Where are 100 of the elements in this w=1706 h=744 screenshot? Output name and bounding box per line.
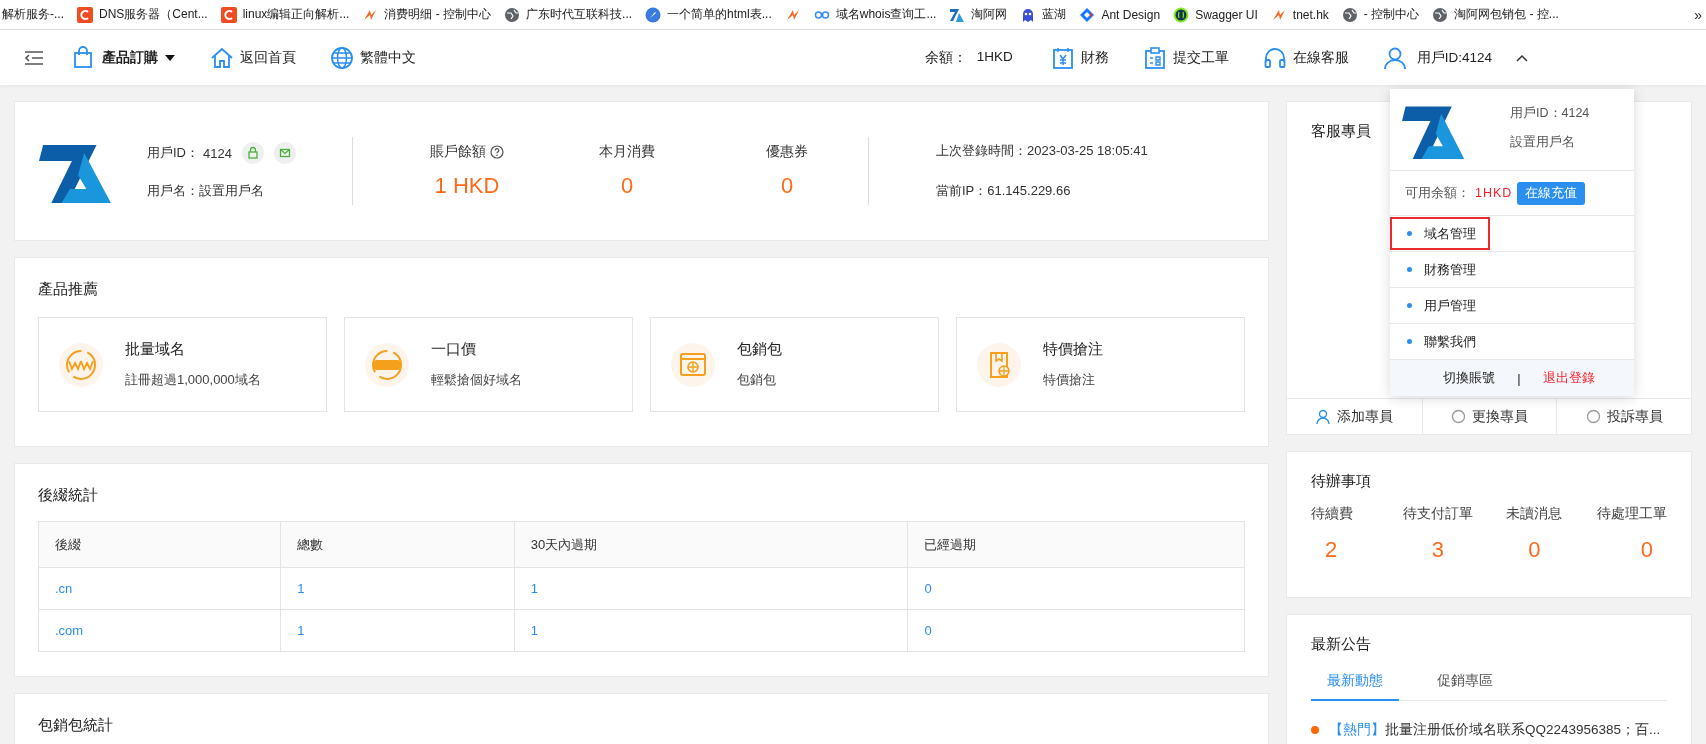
product-description: 註冊超過1,000,000域名 (125, 371, 261, 389)
bookmark[interactable]: linux编辑正向解析... (220, 6, 350, 23)
caret-up-icon (1516, 53, 1528, 62)
todo-label: 待支付訂單 (1402, 505, 1473, 523)
product-card[interactable]: 特價搶注 特價搶注 (956, 317, 1245, 412)
column-header: 已經過期 (908, 521, 1245, 568)
product-description: 特價搶注 (1043, 371, 1096, 389)
section-title: 產品推薦 (38, 280, 99, 299)
product-card[interactable]: 批量域名 註冊超過1,000,000域名 (38, 317, 327, 412)
section-title: 最新公告 (1311, 635, 1372, 654)
balance-label: 可用余額： (1405, 184, 1470, 202)
stat-value: 1 HKD (434, 173, 500, 199)
nav-link[interactable]: 返回首頁 (210, 45, 296, 70)
column-header: 30天內過期 (514, 521, 908, 568)
help-icon (490, 145, 504, 159)
column-header: 總數 (280, 521, 515, 568)
user-menu-button[interactable]: 用戶ID:4124 (1382, 45, 1528, 70)
nav-link[interactable]: 財務 (1050, 45, 1109, 70)
bookmark[interactable]: 消费明细 - 控制中心 (362, 6, 492, 23)
user-icon (1382, 45, 1407, 70)
mail-icon (273, 142, 296, 164)
bullet-icon (1407, 231, 1412, 236)
logout-link[interactable]: 退出登錄 (1542, 369, 1595, 387)
stat-value: 0 (620, 173, 634, 199)
product-card[interactable]: 包銷包 包銷包 (650, 317, 939, 412)
calendar-icon (1050, 45, 1075, 70)
balance-value: 1HKD (976, 48, 1013, 66)
service-action-button[interactable]: 添加專員 (1287, 399, 1422, 434)
menu-item[interactable]: 用戶管理 (1390, 289, 1490, 322)
ip-text: 當前IP：61.145.229.66 (936, 182, 1072, 200)
more-bookmarks-button[interactable]: » (1694, 6, 1702, 23)
todo-label: 未讀消息 (1506, 505, 1563, 523)
bookmark[interactable]: 解析服务-... (2, 6, 64, 23)
user-id: 4124 (203, 145, 232, 161)
globe-icon (1432, 6, 1449, 23)
sale-tag-icon (365, 342, 409, 387)
bookmark[interactable]: 一个简单的html表... (645, 6, 772, 23)
bullet-icon (1407, 339, 1412, 344)
globe-icon (504, 6, 521, 23)
clipboard-icon (1142, 45, 1167, 70)
balance-value: 1HKD (1475, 186, 1513, 200)
bookmark[interactable]: tnet.hk (1270, 6, 1329, 23)
stat-label: 賬戶餘額 (430, 143, 486, 161)
service-action-button[interactable]: 更換專員 (1421, 399, 1557, 434)
section-title: 包銷包統計 (38, 716, 114, 735)
product-name: 批量域名 (125, 340, 186, 359)
bookmark[interactable]: Ant Design (1079, 6, 1161, 23)
table-link[interactable]: .com (55, 623, 84, 638)
bookmark[interactable]: 域名whois查询工... (813, 6, 937, 23)
todo-label: 待續費 (1311, 505, 1354, 523)
bullet-icon (1407, 303, 1412, 308)
bookmark[interactable]: - 控制中心 (1341, 6, 1420, 23)
user-id-label: 用戶ID： (147, 144, 199, 162)
lock-icon (241, 142, 264, 164)
product-name: 一口價 (431, 340, 477, 359)
section-title: 後綴統計 (38, 486, 99, 505)
switch-account-link[interactable]: 切換賬號 (1443, 369, 1496, 387)
user-add-icon (1315, 408, 1331, 425)
tab[interactable]: 促銷專區 (1421, 666, 1509, 700)
username: 設置用戶名 (1510, 133, 1576, 151)
globe-icon (330, 45, 354, 70)
c-logo-icon (77, 6, 93, 23)
product-name: 特價搶注 (1043, 340, 1103, 359)
product-card[interactable]: 一口價 輕鬆搶個好域名 (344, 317, 633, 412)
bookmark[interactable]: 淘阿网 (949, 6, 1008, 23)
swagger-icon (1173, 6, 1190, 23)
stat-label: 優惠券 (766, 143, 808, 161)
stat-label: 本月消費 (599, 143, 655, 161)
globe-icon (1341, 6, 1358, 23)
menu-item[interactable]: 財務管理 (1390, 253, 1490, 286)
bookmark[interactable]: 广东时代互联科技... (504, 6, 633, 23)
last-login-text: 上次登錄時間：2023-03-25 18:05:41 (936, 142, 1148, 160)
nav-link[interactable]: 產品訂購 (72, 45, 176, 70)
c-logo-icon (220, 6, 237, 23)
menu-item[interactable]: 聯繫我們 (1390, 325, 1490, 358)
bookmark[interactable]: Swagger UI (1173, 6, 1258, 23)
nav-link[interactable]: 繁體中文 (330, 45, 416, 70)
product-description: 輕鬆搶個好域名 (431, 371, 522, 389)
notice-link[interactable]: 【熱門】批量注册低价域名联系QQ2243956385；百... (1329, 721, 1661, 739)
headset-icon (1262, 45, 1287, 70)
user-id: 用戶ID：4124 (1510, 104, 1590, 122)
nav-link[interactable]: 提交工單 (1142, 45, 1229, 70)
separator: | (1517, 370, 1521, 386)
product-description: 包銷包 (737, 371, 777, 389)
menu-icon (24, 49, 44, 66)
bookmark-globe-icon (977, 342, 1021, 387)
nav-link[interactable]: 在線客服 (1262, 45, 1349, 70)
bookmark[interactable]: 蓝湖 (1020, 6, 1067, 23)
tab[interactable]: 最新動態 (1311, 666, 1399, 701)
menu-item[interactable]: 域名管理 (1390, 217, 1490, 250)
service-action-button[interactable]: 投訴專員 (1556, 399, 1691, 434)
www-icon (59, 342, 103, 387)
todo-label: 待處理工單 (1597, 505, 1667, 523)
browser-globe-icon (671, 342, 715, 387)
product-name: 包銷包 (737, 340, 782, 359)
username: 用戶名：設置用戶名 (147, 182, 265, 200)
bookmark[interactable]: 淘阿网包销包 - 控... (1432, 6, 1559, 23)
a-logo-icon (949, 6, 966, 23)
diamond-icon (1079, 6, 1096, 23)
bookmark[interactable]: DNS服务器（Cent... (77, 6, 208, 23)
